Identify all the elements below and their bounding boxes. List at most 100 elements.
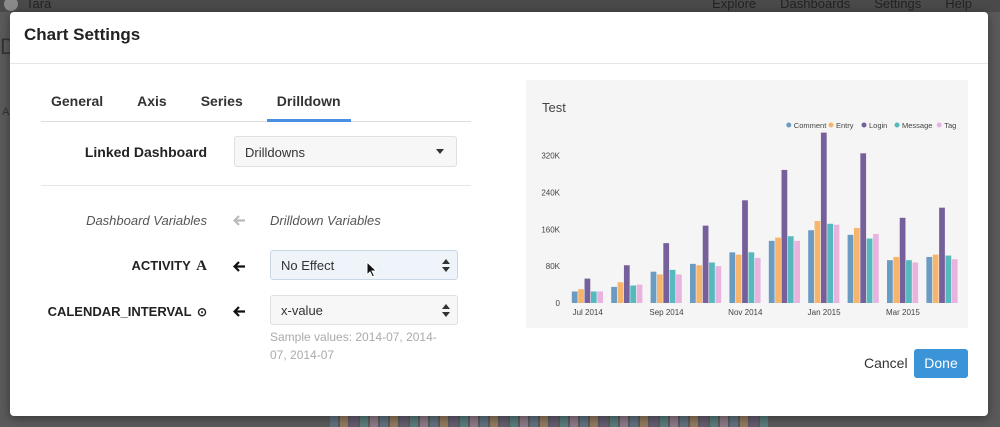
bar	[893, 256, 900, 303]
bar	[873, 233, 879, 303]
background-text-fragment: A	[2, 106, 10, 118]
bar	[912, 262, 919, 303]
x-tick-label: Sep 2014	[649, 308, 684, 317]
done-button[interactable]: Done	[914, 349, 968, 378]
bar	[690, 263, 696, 303]
activity-mapping-select[interactable]: No Effect	[270, 250, 458, 280]
bar	[906, 260, 912, 303]
bar	[754, 257, 761, 303]
bar	[808, 230, 814, 303]
calendar-interval-mapping-select[interactable]: x-value	[270, 295, 458, 325]
bar	[951, 259, 958, 303]
tab-drilldown[interactable]: Drilldown	[266, 82, 351, 122]
chart-preview: Test 0 80K 160K 240K 320K Tag Message Login Entry…	[526, 80, 968, 328]
bar	[597, 291, 603, 303]
bar	[578, 289, 584, 303]
arrow-left-icon	[233, 261, 246, 272]
bar	[926, 256, 933, 303]
bar	[932, 254, 939, 303]
clock-type-icon: ⊙	[196, 305, 207, 319]
modal-header: Chart Settings	[10, 12, 988, 64]
y-tick-label: 320K	[541, 152, 560, 161]
legend-item: Login	[869, 121, 887, 130]
select-updown-icon	[442, 304, 450, 317]
bar	[617, 282, 624, 303]
bar	[709, 262, 715, 303]
dashboard-variables-header: Dashboard Variables	[86, 213, 207, 228]
bar	[827, 223, 834, 303]
bar	[650, 271, 657, 303]
tab-general[interactable]: General	[41, 82, 113, 122]
cancel-button[interactable]: Cancel	[858, 352, 914, 374]
bar	[820, 132, 827, 303]
nav-help[interactable]: Help	[945, 0, 972, 11]
bar	[781, 169, 788, 303]
chart-title: Test	[542, 100, 566, 115]
arrow-left-icon	[233, 215, 246, 226]
divider	[41, 185, 471, 186]
bar	[939, 207, 945, 303]
drilldown-variables-header: Drilldown Variables	[270, 213, 381, 228]
bar	[702, 225, 709, 303]
x-tick-label: Jul 2014	[573, 308, 604, 317]
mouse-cursor-icon	[366, 261, 378, 278]
y-tick-label: 160K	[541, 225, 560, 234]
x-tick-label: Mar 2015	[886, 308, 920, 317]
bar	[853, 227, 860, 303]
x-tick-label: Jan 2015	[808, 308, 841, 317]
modal-title: Chart Settings	[24, 25, 141, 44]
bar	[656, 274, 663, 303]
bar	[866, 238, 873, 303]
linked-dashboard-value: Drilldowns	[245, 145, 305, 160]
bar	[899, 217, 906, 303]
bar	[847, 234, 854, 303]
activity-mapping-value: No Effect	[281, 258, 335, 273]
bar	[742, 200, 748, 303]
chevron-down-icon	[436, 149, 444, 154]
bar	[630, 285, 637, 303]
bar	[748, 252, 755, 303]
variable-activity: ACTIVITY A	[50, 258, 207, 275]
x-tick-label: Nov 2014	[728, 308, 763, 317]
bar	[729, 252, 736, 303]
text-type-icon: A	[196, 258, 207, 274]
linked-dashboard-label: Linked Dashboard	[84, 144, 207, 160]
bar	[715, 266, 722, 303]
y-tick-label: 80K	[546, 262, 561, 271]
bar	[696, 265, 703, 303]
bar	[787, 236, 794, 303]
bar	[945, 255, 952, 303]
legend-swatch	[894, 122, 900, 128]
tab-series[interactable]: Series	[191, 82, 253, 122]
bar	[794, 240, 800, 303]
select-updown-icon	[442, 259, 450, 272]
bar	[571, 291, 578, 303]
variable-activity-name: ACTIVITY	[131, 258, 191, 273]
legend-swatch	[786, 122, 792, 128]
legend-item: Comment	[794, 121, 827, 130]
user-menu[interactable]: Tara	[4, 0, 51, 11]
nav-explore[interactable]: Explore	[712, 0, 756, 11]
sample-values-hint: Sample values: 2014-07, 2014-07, 2014-07	[270, 330, 437, 362]
bar	[623, 265, 630, 303]
avatar	[4, 0, 18, 11]
bar	[611, 286, 617, 303]
linked-dashboard-select[interactable]: Drilldowns	[234, 136, 457, 167]
nav-dashboards[interactable]: Dashboards	[780, 0, 850, 11]
bar	[663, 243, 670, 303]
variable-calendar-interval: CALENDAR_INTERVAL ⊙	[20, 304, 207, 319]
bar	[860, 153, 867, 303]
legend-item: Message	[902, 121, 932, 130]
arrow-left-icon	[233, 306, 246, 317]
user-name: Tara	[26, 0, 52, 11]
legend-item: Entry	[836, 121, 854, 130]
bar	[636, 284, 643, 303]
bar	[775, 237, 781, 303]
bar	[814, 221, 821, 303]
settings-tabs: General Axis Series Drilldown	[41, 82, 471, 122]
legend-item: Tag	[944, 121, 956, 130]
nav-settings[interactable]: Settings	[874, 0, 921, 11]
tab-axis[interactable]: Axis	[127, 82, 177, 122]
y-tick-label: 0	[556, 299, 561, 308]
calendar-interval-mapping-value: x-value	[281, 303, 323, 318]
